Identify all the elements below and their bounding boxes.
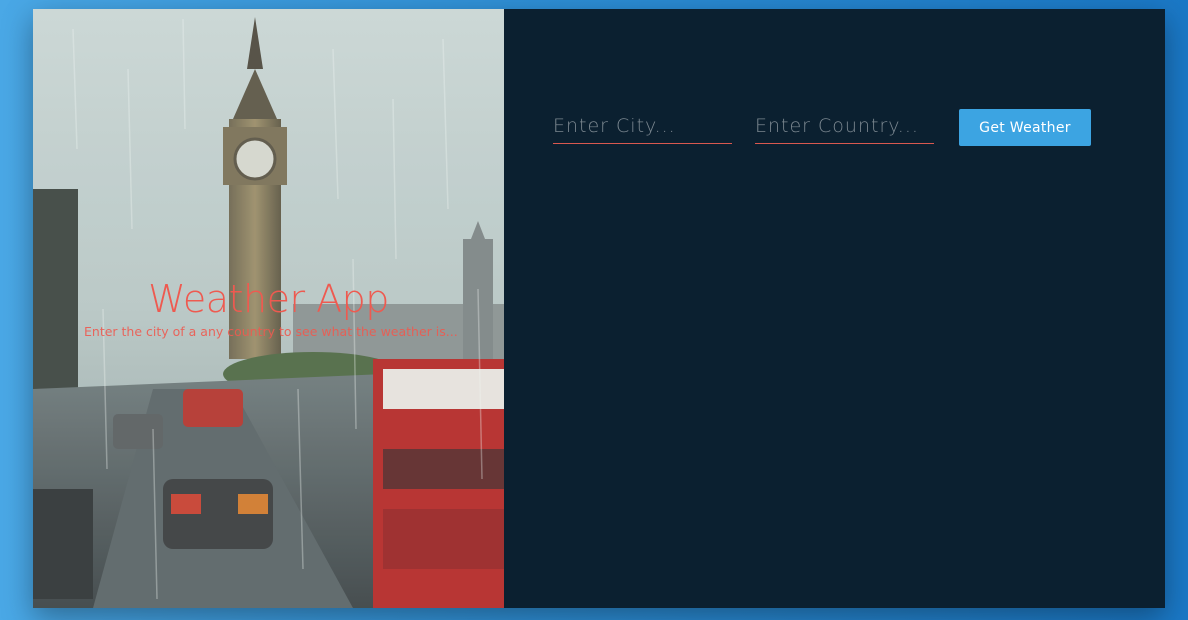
get-weather-button[interactable]: Get Weather <box>959 109 1091 146</box>
city-input[interactable] <box>553 109 732 144</box>
weather-form-panel: Get Weather <box>504 9 1165 608</box>
hero-image-panel: Weather App Enter the city of a any coun… <box>33 9 504 608</box>
app-subtitle: Enter the city of a any country to see w… <box>84 324 458 339</box>
weather-app-card: Weather App Enter the city of a any coun… <box>33 9 1165 608</box>
country-input[interactable] <box>755 109 934 144</box>
weather-form: Get Weather <box>553 109 1091 146</box>
app-title: Weather App <box>148 277 389 321</box>
hero-text: Weather App Enter the city of a any coun… <box>33 277 504 341</box>
